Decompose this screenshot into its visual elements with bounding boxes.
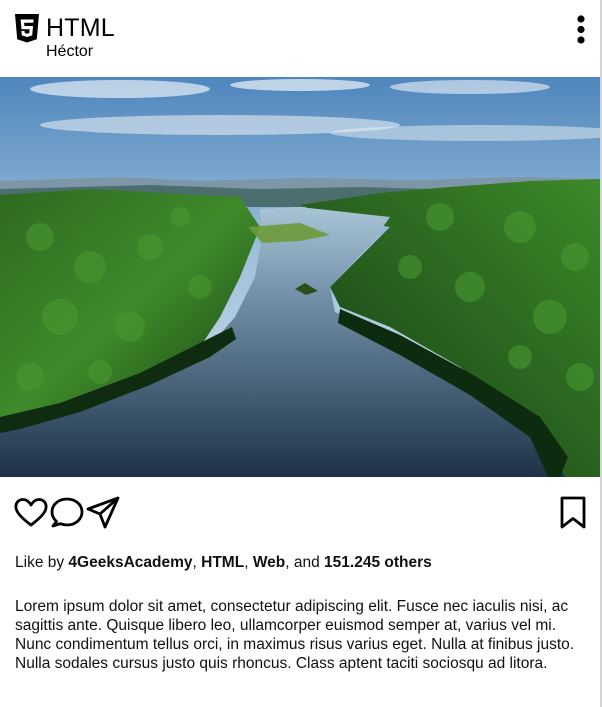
post-caption: Lorem ipsum dolor sit amet, consectetur … (15, 598, 575, 672)
liker-link[interactable]: Web (253, 554, 285, 571)
more-options-button[interactable] (571, 14, 591, 46)
liker-link[interactable]: 4GeeksAcademy (68, 554, 192, 571)
likes-separator: , (192, 554, 202, 571)
post-image[interactable] (0, 77, 600, 477)
paper-plane-icon (86, 496, 120, 529)
post-header: HTML Héctor (0, 0, 600, 77)
account-name[interactable]: HTML (46, 14, 115, 42)
liker-link[interactable]: HTML (201, 554, 244, 571)
post-card: HTML Héctor Like by 4GeeksAcademy, HTML,… (0, 0, 600, 707)
share-button[interactable] (86, 496, 120, 530)
likes-separator: , (244, 554, 253, 571)
save-button[interactable] (558, 496, 588, 530)
bookmark-icon (560, 496, 586, 529)
comment-button[interactable] (50, 496, 84, 530)
heart-icon (14, 498, 48, 527)
likes-prefix: Like by (15, 554, 69, 571)
post-actions (0, 477, 600, 547)
likes-summary: Like by 4GeeksAcademy, HTML, Web, and 15… (15, 554, 432, 572)
account-subtitle: Héctor (46, 43, 94, 60)
html5-icon (14, 14, 40, 44)
more-vertical-icon (577, 15, 585, 44)
likes-and: , and (285, 554, 325, 571)
like-button[interactable] (14, 496, 48, 530)
comment-icon (50, 497, 84, 528)
likes-others-link[interactable]: 151.245 others (324, 554, 432, 571)
